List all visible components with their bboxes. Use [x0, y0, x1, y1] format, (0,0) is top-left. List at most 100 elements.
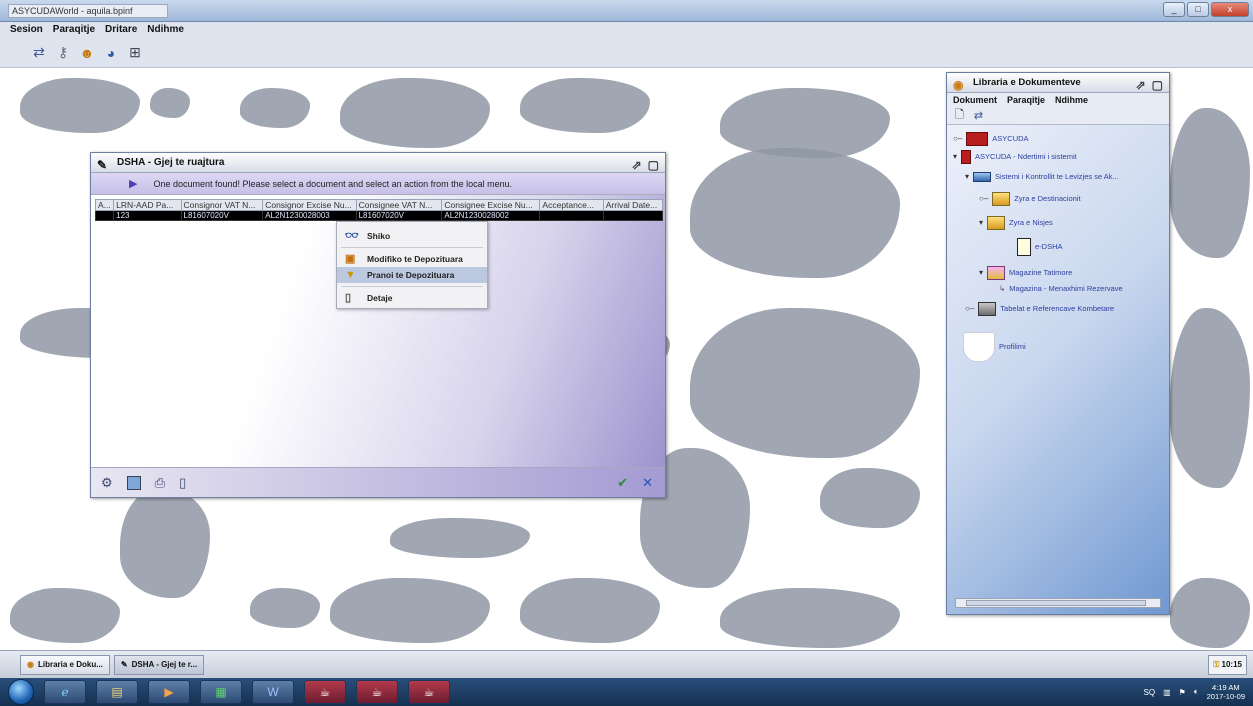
- browser-icon[interactable]: ℯ: [44, 680, 86, 704]
- table-cell[interactable]: L81607020V: [180, 210, 264, 221]
- library-icon: ◉: [953, 78, 964, 92]
- menu-item-modify[interactable]: ▣ Modifiko te Depozituara: [337, 251, 487, 267]
- os-title-bar: ASYCUDAWorld - aquila.bpinf _ □ x: [0, 0, 1253, 22]
- column-header[interactable]: LRN-AAD Pa...: [113, 199, 182, 211]
- menu-view[interactable]: Paraqitje: [53, 22, 95, 38]
- connect-icon[interactable]: ⇄: [30, 44, 48, 62]
- app-window-taskbar: ◉ Libraria e Doku... ✎ DSHA - Gjej te r.…: [0, 650, 1253, 678]
- system-clock[interactable]: 4:19 AM 2017-10-09: [1207, 683, 1245, 701]
- tree-node-label: Tabelat e Referencave Kombetare: [1000, 304, 1115, 313]
- confirm-icon[interactable]: ✔: [617, 475, 628, 491]
- tree-node-asycuda[interactable]: ○– ASYCUDA: [953, 131, 1029, 147]
- folder-icon: [992, 192, 1011, 206]
- flag-icon[interactable]: ⚑: [1179, 688, 1186, 697]
- tree-node-reference-tables[interactable]: ○– Tabelat e Referencave Kombetare: [965, 301, 1114, 317]
- table-cell[interactable]: [94, 210, 115, 221]
- scrollbar-thumb[interactable]: [966, 600, 1146, 606]
- close-button[interactable]: x: [1211, 2, 1249, 17]
- restore-icon[interactable]: ⇗: [1136, 75, 1146, 95]
- person-globe-icon[interactable]: ◕: [102, 44, 120, 62]
- tree-node-destination-office[interactable]: ○– Zyra e Destinacionit: [979, 191, 1081, 207]
- table-cell[interactable]: AL2N1230028002: [441, 210, 541, 221]
- expand-icon[interactable]: ○–: [953, 131, 962, 147]
- menu-help[interactable]: Ndihme: [1055, 93, 1088, 107]
- menu-item-details[interactable]: ▯ Detaje: [337, 290, 487, 306]
- restore-icon[interactable]: ⇗: [632, 155, 642, 175]
- folder-icon[interactable]: ▤: [96, 680, 138, 704]
- menu-session[interactable]: Sesion: [10, 22, 43, 38]
- taskbar-button-dsha[interactable]: ✎ DSHA - Gjej te r...: [113, 654, 205, 675]
- word-processor-icon[interactable]: W: [252, 680, 294, 704]
- table-cell[interactable]: [539, 210, 604, 221]
- binoculars-icon: 👓︎: [345, 230, 359, 242]
- collapse-icon[interactable]: ▾: [979, 265, 983, 281]
- taskbar-button-library[interactable]: ◉ Libraria e Doku...: [20, 654, 110, 675]
- edit-icon: ▣: [345, 253, 356, 265]
- column-header[interactable]: Consignee Excise Nu...: [441, 199, 541, 211]
- asycuda-logo-icon: [966, 132, 989, 146]
- java-app-icon[interactable]: ☕︎: [408, 680, 450, 704]
- library-icon: ◉: [27, 660, 34, 669]
- start-button[interactable]: [8, 679, 34, 705]
- language-indicator[interactable]: SQ: [1144, 688, 1156, 697]
- column-header[interactable]: Consignor VAT N...: [180, 199, 264, 211]
- table-cell[interactable]: L81607020V: [355, 210, 443, 221]
- taskbar-label: Libraria e Doku...: [37, 660, 103, 669]
- spreadsheet-icon[interactable]: ▦: [200, 680, 242, 704]
- document-tree-icon[interactable]: ⊞: [126, 44, 144, 62]
- maximize-icon[interactable]: ▢: [1152, 75, 1163, 95]
- java-app-icon[interactable]: ☕︎: [304, 680, 346, 704]
- table-cell[interactable]: AL2N1230028003: [262, 210, 357, 221]
- column-header[interactable]: Consignor Excise Nu...: [262, 199, 357, 211]
- menu-window[interactable]: Dritare: [105, 22, 137, 38]
- tree-node-system[interactable]: ▾ ASYCUDA - Ndertimi i sistemit: [953, 149, 1077, 165]
- person-icon[interactable]: ☻: [78, 44, 96, 62]
- connect-icon[interactable]: ⚙: [101, 475, 113, 491]
- minimize-button[interactable]: _: [1163, 2, 1185, 17]
- tree-node-label: Sistemi i Kontrollit te Levizjes se Ak..…: [995, 172, 1119, 181]
- tree-node-reserve-management[interactable]: ↳ Magazina - Menaxhimi Rezervave: [999, 281, 1123, 297]
- dsha-bottom-toolbar: ⚙ ⎙ ▯ ✔ ✕: [91, 467, 665, 497]
- grid-icon[interactable]: [126, 475, 141, 490]
- flag-icon: [961, 150, 972, 164]
- column-header[interactable]: Arrival Date...: [602, 199, 664, 211]
- table-row[interactable]: 123 L81607020V AL2N1230028003 L81607020V…: [94, 210, 664, 221]
- dsha-title-bar[interactable]: ✎ DSHA - Gjej te ruajtura ⇗ ▢: [91, 153, 665, 173]
- print-icon[interactable]: ⎙: [155, 475, 165, 491]
- media-player-icon[interactable]: ▶: [148, 680, 190, 704]
- tree-node-excise-control[interactable]: ▾ Sistemi i Kontrollit te Levizjes se Ak…: [965, 169, 1119, 185]
- details-icon[interactable]: ▯: [179, 475, 186, 491]
- maximize-button[interactable]: □: [1187, 2, 1209, 17]
- connect-icon[interactable]: ⇄: [974, 109, 983, 122]
- network-icon[interactable]: ▥: [1163, 688, 1171, 697]
- menu-view[interactable]: Paraqitje: [1007, 93, 1045, 107]
- column-header[interactable]: A...: [94, 199, 115, 211]
- volume-icon[interactable]: 🔈︎: [1194, 687, 1199, 697]
- expand-icon[interactable]: ○–: [979, 191, 988, 207]
- menu-item-accept[interactable]: ▼ Pranoi te Depozituara: [337, 267, 487, 283]
- column-header[interactable]: Consignee VAT N...: [355, 199, 443, 211]
- menu-item-view[interactable]: 👓︎ Shiko: [337, 228, 487, 244]
- column-header[interactable]: Acceptance...: [539, 199, 604, 211]
- menu-item-label: Detaje: [367, 293, 393, 303]
- tree-node-departure-office[interactable]: ▾ Zyra e Nisjes: [979, 215, 1053, 231]
- maximize-icon[interactable]: ▢: [648, 155, 659, 175]
- collapse-icon[interactable]: ▾: [953, 149, 957, 165]
- collapse-icon[interactable]: ▾: [979, 215, 983, 231]
- new-document-icon[interactable]: 🗋︎: [955, 106, 964, 125]
- menu-help[interactable]: Ndihme: [147, 22, 184, 38]
- key-icon[interactable]: ⚷: [54, 44, 72, 62]
- tree-node-profiling[interactable]: Profilimi: [963, 329, 1026, 365]
- document-library-window: ◉ Libraria e Dokumenteve ⇗ ▢ Dokument Pa…: [946, 72, 1170, 615]
- tree-node-e-dsha[interactable]: e-DSHA: [1017, 238, 1063, 256]
- close-icon[interactable]: ✕: [642, 475, 665, 491]
- table-cell[interactable]: 123: [113, 210, 182, 221]
- library-title-bar[interactable]: ◉ Libraria e Dokumenteve ⇗ ▢: [947, 73, 1169, 93]
- tree-node-tax-warehouse[interactable]: ▾ Magazine Tatimore: [979, 265, 1072, 281]
- table-cell[interactable]: [602, 210, 664, 221]
- expand-icon[interactable]: ○–: [965, 301, 974, 317]
- java-app-icon[interactable]: ☕︎: [356, 680, 398, 704]
- horizontal-scrollbar[interactable]: [955, 598, 1161, 608]
- menu-document[interactable]: Dokument: [953, 93, 997, 107]
- collapse-icon[interactable]: ▾: [965, 169, 969, 185]
